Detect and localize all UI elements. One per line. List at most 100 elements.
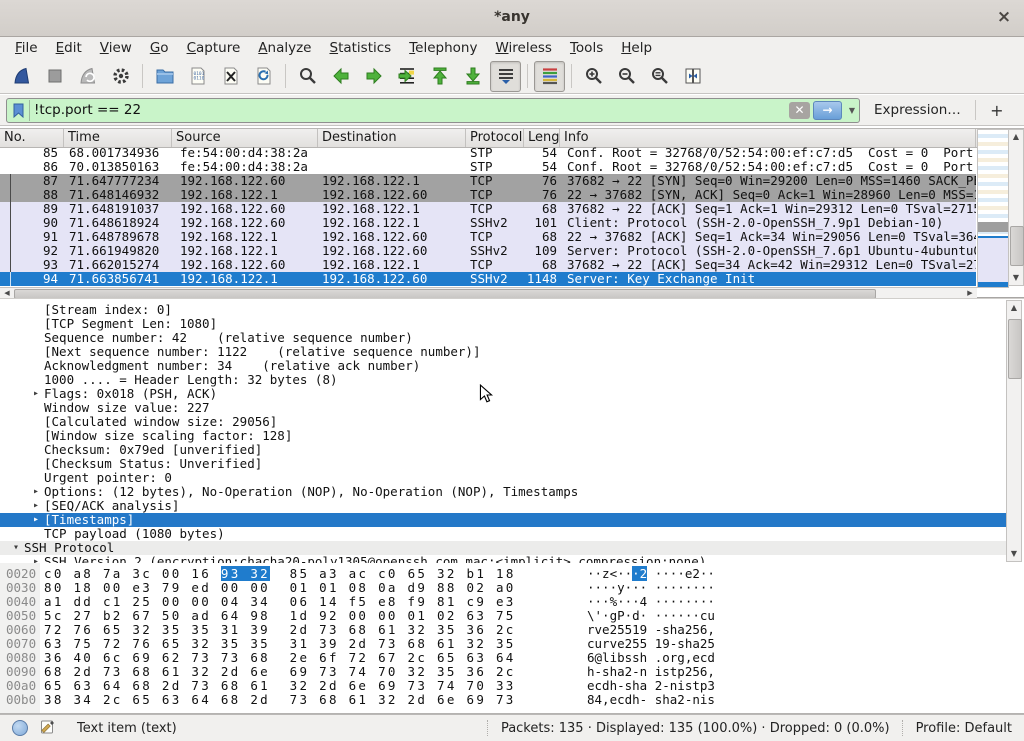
packet-row[interactable]: 8871.648146932192.168.122.1192.168.122.6… (0, 188, 976, 202)
detail-row[interactable]: [TCP Segment Len: 1080] (0, 317, 1006, 331)
scroll-down-icon[interactable]: ▼ (1007, 547, 1021, 561)
detail-row[interactable]: [Checksum Status: Unverified] (0, 457, 1006, 471)
stop-capture-icon[interactable] (39, 61, 70, 92)
wireshark-start-capture-icon[interactable] (6, 61, 37, 92)
packet-row[interactable]: 8568.001734936fe:54:00:d4:38:2aSTP54Conf… (0, 146, 976, 160)
profile-button[interactable]: Profile: Default (916, 721, 1012, 736)
menu-item-statistics[interactable]: Statistics (320, 38, 400, 58)
menu-item-tools[interactable]: Tools (561, 38, 612, 58)
expand-icon[interactable]: ▸ (28, 499, 44, 513)
resize-columns-icon[interactable] (677, 61, 708, 92)
details-vscrollbar[interactable]: ▲ ▼ (1006, 300, 1022, 562)
menu-item-edit[interactable]: Edit (47, 38, 91, 58)
detail-row[interactable]: 1000 .... = Header Length: 32 bytes (8) (0, 373, 1006, 387)
display-filter-entry[interactable]: ✕ → ▼ (6, 98, 860, 123)
close-file-icon[interactable] (215, 61, 246, 92)
first-packet-icon[interactable] (424, 61, 455, 92)
title-bar[interactable]: *any × (0, 0, 1024, 37)
open-file-icon[interactable] (149, 61, 180, 92)
hex-row[interactable]: 00a065 63 64 68 2d 73 68 61 32 2d 6e 69 … (0, 679, 1024, 693)
column-header-length[interactable]: Length (524, 129, 560, 147)
menu-item-capture[interactable]: Capture (178, 38, 250, 58)
menu-item-view[interactable]: View (91, 38, 141, 58)
filter-clear-icon[interactable]: ✕ (789, 102, 810, 119)
hex-row[interactable]: 0040a1 dd c1 25 00 00 04 34 06 14 f5 e8 … (0, 595, 1024, 609)
detail-row[interactable]: [Stream index: 0] (0, 303, 1006, 317)
display-filter-input[interactable] (30, 102, 789, 118)
filter-apply-icon[interactable]: → (813, 101, 842, 120)
detail-row[interactable]: [Window size scaling factor: 128] (0, 429, 1006, 443)
detail-row[interactable]: ▸Options: (12 bytes), No-Operation (NOP)… (0, 485, 1006, 499)
packet-row[interactable]: 9271.661949820192.168.122.1192.168.122.6… (0, 244, 976, 258)
previous-packet-icon[interactable] (325, 61, 356, 92)
menu-item-file[interactable]: File (6, 38, 47, 58)
next-packet-icon[interactable] (358, 61, 389, 92)
menu-item-telephony[interactable]: Telephony (400, 38, 486, 58)
scroll-down-icon[interactable]: ▼ (1009, 271, 1023, 285)
detail-row[interactable]: [Calculated window size: 29056] (0, 415, 1006, 429)
packet-list-vscrollbar[interactable]: ▲ ▼ (1008, 129, 1024, 286)
packet-list-minimap[interactable] (977, 129, 1009, 288)
packet-row[interactable]: 8670.013850163fe:54:00:d4:38:2aSTP54Conf… (0, 160, 976, 174)
hex-row[interactable]: 00505c 27 b2 67 50 ad 64 98 1d 92 00 00 … (0, 609, 1024, 623)
hex-row[interactable]: 0020c0 a8 7a 3c 00 16 93 32 85 a3 ac c0 … (0, 567, 1024, 581)
last-packet-icon[interactable] (457, 61, 488, 92)
detail-row[interactable]: ▸Flags: 0x018 (PSH, ACK) (0, 387, 1006, 401)
detail-row[interactable]: Sequence number: 42 (relative sequence n… (0, 331, 1006, 345)
scroll-right-icon[interactable]: ▶ (963, 288, 977, 298)
detail-row[interactable]: [Next sequence number: 1122 (relative se… (0, 345, 1006, 359)
reload-file-icon[interactable] (248, 61, 279, 92)
packet-row[interactable]: 9171.648789678192.168.122.1192.168.122.6… (0, 230, 976, 244)
hex-row[interactable]: 00b038 34 2c 65 63 64 68 2d 73 68 61 32 … (0, 693, 1024, 707)
column-header-source[interactable]: Source (172, 129, 318, 147)
menu-item-help[interactable]: Help (612, 38, 661, 58)
column-header-no[interactable]: No. (0, 129, 64, 147)
find-packet-icon[interactable] (292, 61, 323, 92)
expand-icon[interactable]: ▸ (28, 513, 44, 527)
scroll-left-icon[interactable]: ◀ (0, 288, 14, 298)
detail-row[interactable]: Window size value: 227 (0, 401, 1006, 415)
scrollbar-thumb[interactable] (1010, 226, 1024, 266)
zoom-in-icon[interactable] (578, 61, 609, 92)
capture-options-icon[interactable] (105, 61, 136, 92)
goto-packet-icon[interactable] (391, 61, 422, 92)
menu-item-analyze[interactable]: Analyze (249, 38, 320, 58)
column-header-destination[interactable]: Destination (318, 129, 466, 147)
hex-row[interactable]: 008036 40 6c 69 62 73 73 68 2e 6f 72 67 … (0, 651, 1024, 665)
filter-bookmark-icon[interactable] (7, 100, 30, 121)
filter-dropdown-icon[interactable]: ▼ (845, 102, 859, 119)
zoom-out-icon[interactable] (611, 61, 642, 92)
expand-icon[interactable]: ▸ (28, 387, 44, 401)
hex-row[interactable]: 007063 75 72 76 65 32 35 35 31 39 2d 73 … (0, 637, 1024, 651)
expression-button[interactable]: Expression… (874, 102, 961, 118)
menu-item-go[interactable]: Go (141, 38, 178, 58)
hex-row[interactable]: 003080 18 00 e3 79 ed 00 00 01 01 08 0a … (0, 581, 1024, 595)
menu-item-wireless[interactable]: Wireless (486, 38, 561, 58)
expand-icon[interactable]: ▸ (28, 485, 44, 499)
zoom-100-icon[interactable] (644, 61, 675, 92)
close-window-icon[interactable]: × (994, 7, 1014, 27)
detail-row[interactable]: Acknowledgment number: 34 (relative ack … (0, 359, 1006, 373)
scroll-up-icon[interactable]: ▲ (1009, 130, 1023, 144)
save-file-icon[interactable]: 01010110 (182, 61, 213, 92)
detail-row[interactable]: Urgent pointer: 0 (0, 471, 1006, 485)
packet-row[interactable]: 8971.648191037192.168.122.60192.168.122.… (0, 202, 976, 216)
column-header-time[interactable]: Time (64, 129, 172, 147)
packet-row[interactable]: 8771.647777234192.168.122.60192.168.122.… (0, 174, 976, 188)
scrollbar-thumb[interactable] (1008, 319, 1022, 379)
restart-capture-icon[interactable] (72, 61, 103, 92)
detail-row[interactable]: ▾SSH Protocol (0, 541, 1006, 555)
expert-info-icon[interactable] (12, 720, 28, 736)
capture-comment-icon[interactable] (40, 719, 55, 738)
detail-row[interactable]: Checksum: 0x79ed [unverified] (0, 443, 1006, 457)
column-header-protocol[interactable]: Protocol (466, 129, 524, 147)
collapse-icon[interactable]: ▾ (8, 541, 24, 555)
hex-row[interactable]: 009068 2d 73 68 61 32 2d 6e 69 73 74 70 … (0, 665, 1024, 679)
add-filter-button[interactable]: + (986, 101, 1008, 120)
column-header-info[interactable]: Info (560, 129, 976, 147)
colorize-icon[interactable] (534, 61, 565, 92)
autoscroll-icon[interactable] (490, 61, 521, 92)
packet-row[interactable]: 9371.662015274192.168.122.60192.168.122.… (0, 258, 976, 272)
packet-row[interactable]: 9471.663856741192.168.122.1192.168.122.6… (0, 272, 976, 286)
detail-row[interactable]: ▸[Timestamps] (0, 513, 1006, 527)
